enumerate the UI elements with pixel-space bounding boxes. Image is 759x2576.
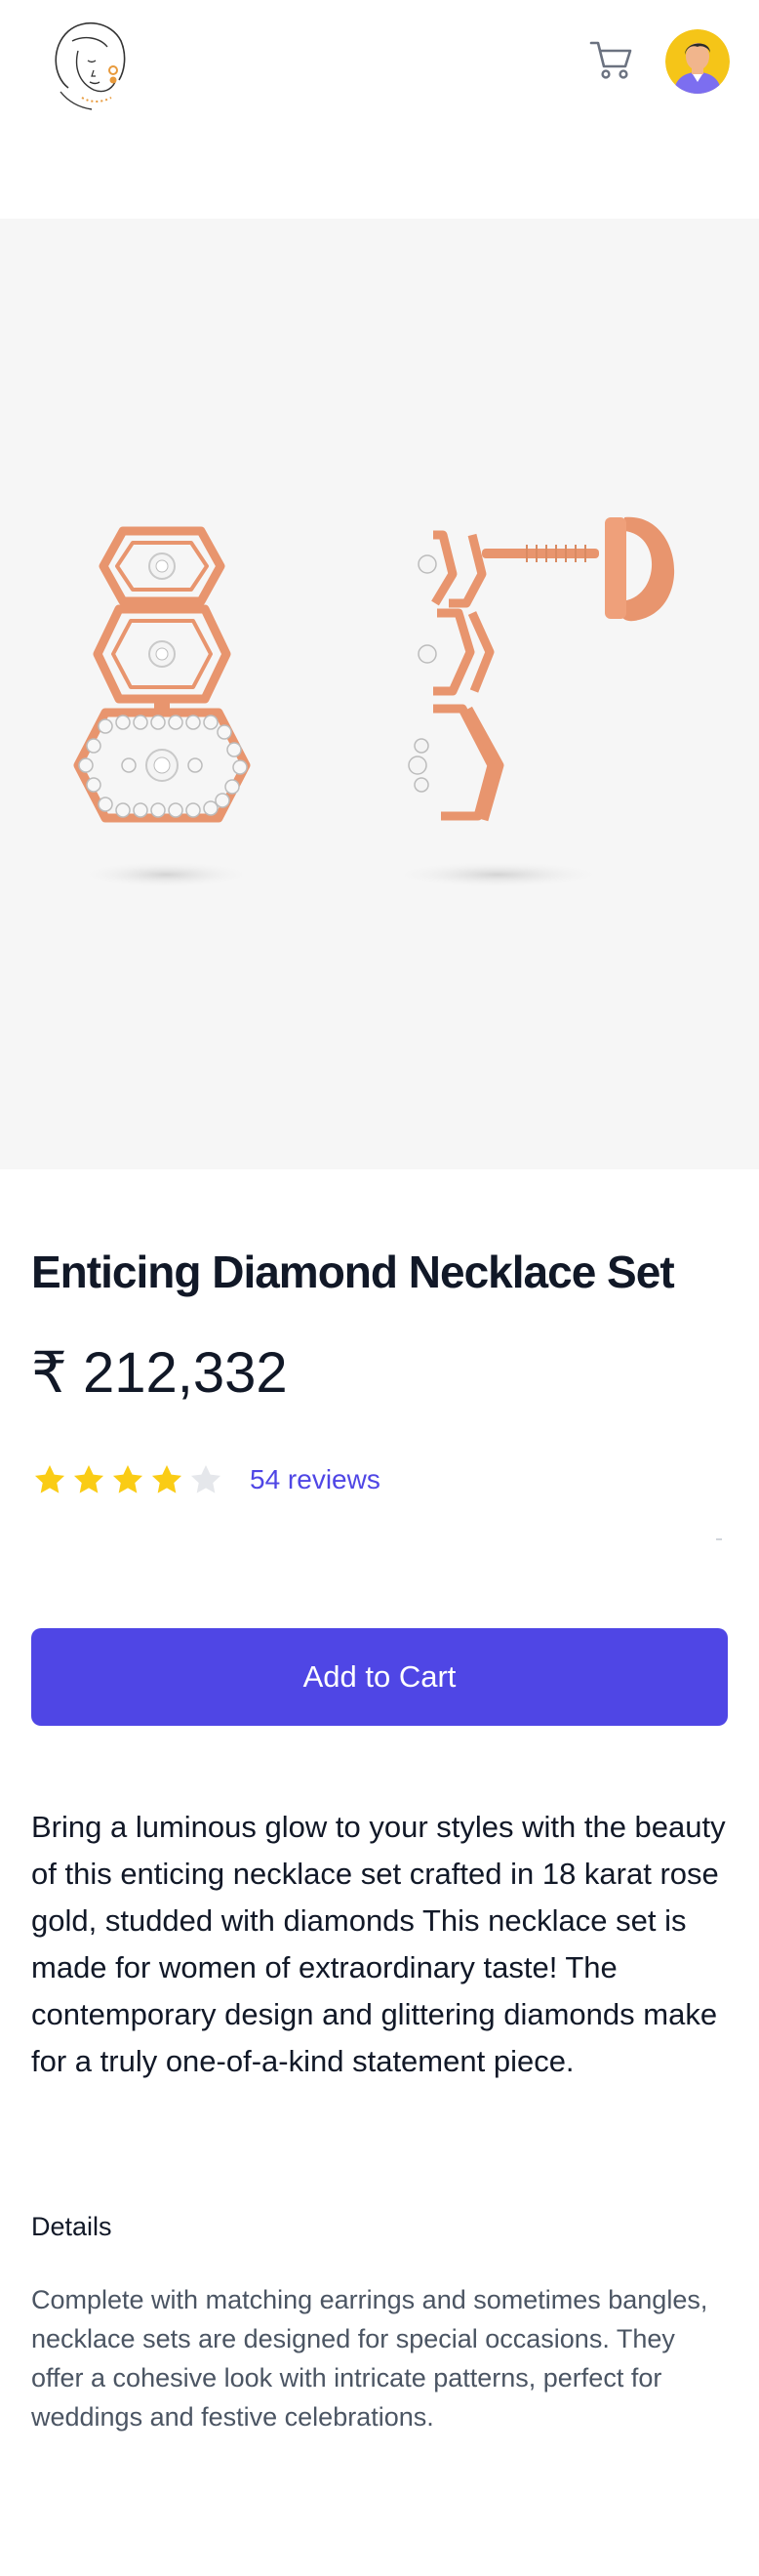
star-filled-icon (34, 1464, 65, 1493)
earrings-image (73, 516, 675, 888)
product-description: Bring a luminous glow to your styles wit… (31, 1810, 726, 2078)
woman-face-logo-icon (55, 22, 126, 110)
star-filled-icon (112, 1464, 143, 1493)
reviews-link[interactable]: 54 reviews (250, 1464, 380, 1495)
app-header (0, 0, 759, 127)
user-avatar[interactable] (665, 29, 730, 94)
shopping-cart-icon (589, 41, 632, 79)
star-empty-icon (190, 1464, 221, 1493)
add-to-cart-button[interactable]: Add to Cart (31, 1628, 728, 1726)
star-filled-icon (151, 1464, 182, 1493)
product-image (0, 219, 759, 1169)
product-rating: 54 reviews (31, 1458, 380, 1501)
divider (716, 1538, 722, 1540)
product-price: ₹ 212,332 (31, 1341, 288, 1405)
details-heading: Details (31, 2212, 112, 2241)
brand-logo[interactable] (39, 12, 140, 113)
cart-button[interactable] (585, 33, 638, 86)
star-filled-icon (73, 1464, 104, 1493)
product-title: Enticing Diamond Necklace Set (31, 1247, 675, 1297)
details-text: Complete with matching earrings and some… (31, 2285, 708, 2432)
user-avatar-icon (665, 29, 730, 94)
